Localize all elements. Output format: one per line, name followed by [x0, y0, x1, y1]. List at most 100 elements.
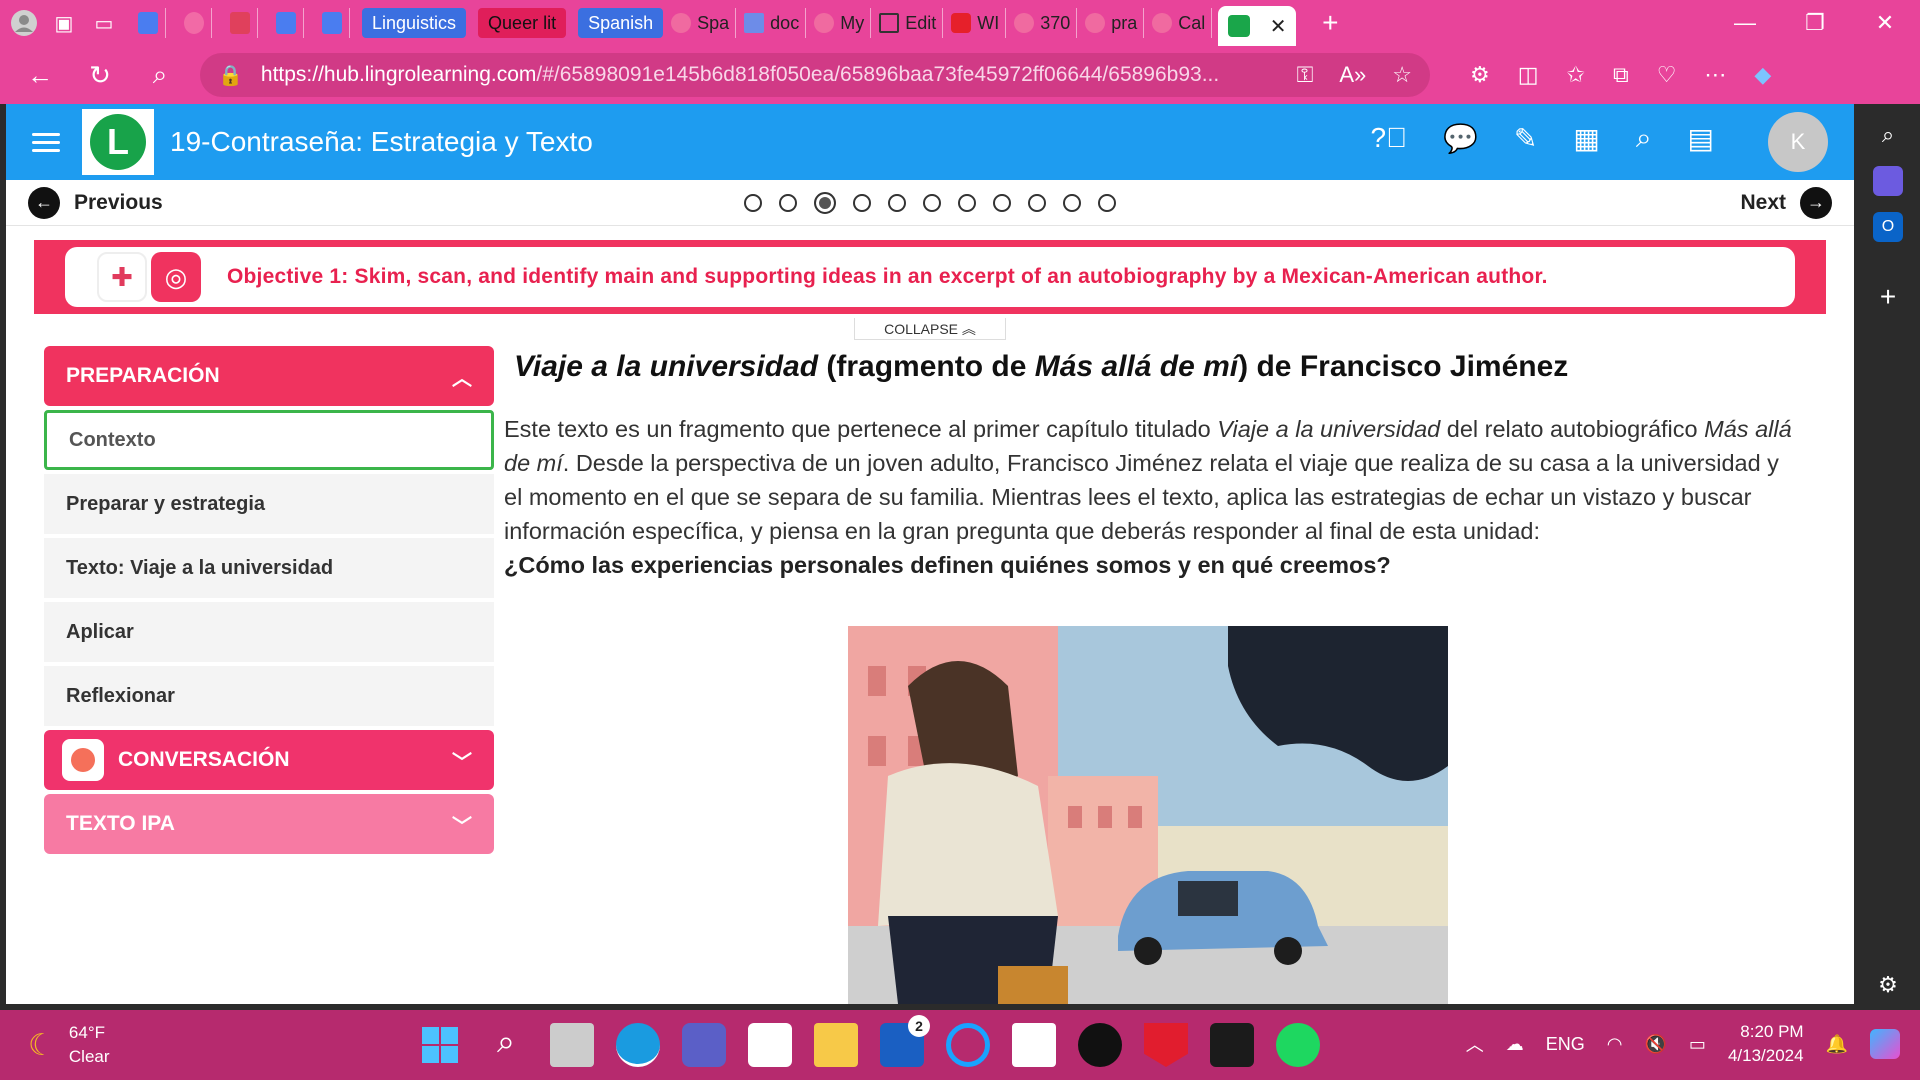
new-tab-icon[interactable]: + [1314, 7, 1346, 39]
tab-group-queer-lit[interactable]: Queer lit [478, 8, 567, 38]
spotify-icon[interactable] [1276, 1023, 1320, 1067]
sidebar-item-aplicar[interactable]: Aplicar [44, 602, 494, 662]
cortana-icon[interactable] [946, 1023, 990, 1067]
chevron-up-icon[interactable]: ︿ [1466, 1031, 1484, 1057]
help-icon[interactable]: ?⃝ [1370, 122, 1407, 155]
chat-icon[interactable]: 💬 [1443, 122, 1478, 155]
next-button[interactable]: Next → [1740, 186, 1832, 219]
add-sidebar-app-icon[interactable]: + [1873, 281, 1903, 312]
notifications-icon[interactable]: 🔔 [1826, 1034, 1848, 1055]
sidebar-item-texto[interactable]: Texto: Viaje a la universidad [44, 538, 494, 598]
tab-pink-1[interactable] [176, 8, 212, 38]
file-explorer-icon[interactable] [814, 1023, 858, 1067]
address-bar[interactable]: 🔒 https://hub.lingrolearning.com/#/65898… [200, 53, 1430, 97]
sidebar-copilot-icon[interactable] [1873, 166, 1903, 196]
tab-spa[interactable]: Spa [671, 8, 737, 38]
tab-docs-3[interactable] [314, 8, 350, 38]
section-preparacion[interactable]: PREPARACIÓN ︿ [44, 346, 494, 406]
section-conversacion[interactable]: CONVERSACIÓN ﹀ [44, 730, 494, 790]
read-aloud-icon[interactable]: A» [1339, 62, 1366, 88]
mcafee-icon[interactable] [1144, 1023, 1188, 1067]
profile-icon[interactable] [8, 7, 40, 39]
copilot-taskbar-icon[interactable] [1870, 1029, 1900, 1059]
collections-icon[interactable]: ⧉ [1613, 62, 1629, 88]
page-dot[interactable] [779, 194, 797, 212]
tab-wi[interactable]: WI [951, 8, 1007, 38]
split-screen-icon[interactable]: ◫ [1518, 62, 1539, 88]
section-texto-ipa[interactable]: TEXTO IPA ﹀ [44, 794, 494, 854]
volume-muted-icon[interactable]: 🔇 [1645, 1034, 1667, 1055]
tab-my[interactable]: My [814, 8, 872, 38]
back-icon[interactable]: ← [20, 55, 60, 95]
tab-370[interactable]: 370 [1014, 8, 1078, 38]
hulu-icon[interactable] [1210, 1023, 1254, 1067]
sidebar-item-preparar[interactable]: Preparar y estrategia [44, 474, 494, 534]
sidebar-settings-icon[interactable]: ⚙ [1873, 970, 1903, 1000]
tab-cal[interactable]: Cal [1152, 8, 1213, 38]
key-icon[interactable]: ⚿ [1297, 62, 1314, 88]
sidebar-item-reflexionar[interactable]: Reflexionar [44, 666, 494, 726]
taskbar-search-icon[interactable]: ⌕ [484, 1023, 528, 1067]
search-icon[interactable]: ⌕ [1636, 122, 1652, 155]
tab-pdf[interactable] [222, 8, 258, 38]
teams-icon[interactable] [682, 1023, 726, 1067]
battery-icon[interactable]: ▭ [1689, 1034, 1706, 1055]
tab-docs-2[interactable] [268, 8, 304, 38]
notebook-icon[interactable]: ▤ [1688, 122, 1714, 155]
close-window-icon[interactable]: ✕ [1850, 10, 1920, 36]
windows-start-icon[interactable] [418, 1023, 462, 1067]
favorites-icon[interactable]: ✩ [1567, 62, 1585, 88]
page-dot[interactable] [888, 194, 906, 212]
tiktok-icon[interactable] [1078, 1023, 1122, 1067]
workspaces-icon[interactable]: ▣ [48, 7, 80, 39]
minimize-icon[interactable]: — [1710, 10, 1780, 36]
page-dot[interactable] [923, 194, 941, 212]
notepad-icon[interactable] [1012, 1023, 1056, 1067]
language-indicator[interactable]: ENG [1546, 1034, 1585, 1055]
copilot-icon[interactable]: ◆ [1754, 62, 1771, 88]
weather-widget[interactable]: ☾ 64°F Clear [28, 1021, 110, 1069]
search-icon[interactable]: ⌕ [140, 55, 180, 95]
close-tab-icon[interactable]: ✕ [1270, 14, 1287, 39]
page-dot[interactable] [1098, 194, 1116, 212]
extensions-icon[interactable]: ⚙ [1470, 62, 1490, 88]
page-dot[interactable] [744, 194, 762, 212]
sidebar-search-icon[interactable]: ⌕ [1873, 120, 1903, 150]
page-dot[interactable] [993, 194, 1011, 212]
store-icon[interactable] [748, 1023, 792, 1067]
tab-label: Cal [1178, 12, 1206, 33]
outlook-icon[interactable]: O [1873, 212, 1903, 242]
lingro-logo[interactable]: L [82, 109, 154, 175]
tab-docs-1[interactable] [130, 8, 166, 38]
tab-active-lingro[interactable]: ✕ [1218, 6, 1297, 46]
page-dot[interactable] [1063, 194, 1081, 212]
collapse-button[interactable]: COLLAPSE ︽ [854, 318, 1006, 340]
tab-pra[interactable]: pra [1085, 8, 1145, 38]
page-dot[interactable] [853, 194, 871, 212]
task-view-icon[interactable] [550, 1023, 594, 1067]
tab-edit[interactable]: Edit [879, 8, 944, 38]
more-menu-icon[interactable]: ⋯ [1704, 62, 1726, 88]
page-dot[interactable] [814, 192, 836, 214]
sidebar-item-contexto[interactable]: Contexto [44, 410, 494, 470]
onedrive-icon[interactable]: ☁ [1506, 1034, 1524, 1055]
edge-icon[interactable] [616, 1023, 660, 1067]
hamburger-menu-icon[interactable] [32, 128, 60, 157]
browser-essentials-icon[interactable]: ♡ [1657, 62, 1677, 88]
page-dot[interactable] [1028, 194, 1046, 212]
avatar[interactable]: K [1768, 112, 1828, 172]
refresh-icon[interactable]: ↻ [80, 55, 120, 95]
wifi-icon[interactable]: ◠ [1607, 1034, 1623, 1055]
tab-doc[interactable]: doc [744, 8, 807, 38]
tab-actions-icon[interactable]: ▭ [88, 7, 120, 39]
tab-group-spanish[interactable]: Spanish [578, 8, 664, 38]
previous-button[interactable]: ← Previous [28, 186, 163, 219]
tab-group-linguistics[interactable]: Linguistics [362, 8, 467, 38]
page-dot[interactable] [958, 194, 976, 212]
notes-edit-icon[interactable]: ✎ [1514, 122, 1537, 155]
calendar-icon[interactable]: ▦ [1573, 122, 1599, 155]
lingro-taskbar-icon[interactable]: 2 [880, 1015, 930, 1067]
clock[interactable]: 8:20 PM 4/13/2024 [1728, 1020, 1804, 1068]
restore-icon[interactable]: ❐ [1780, 10, 1850, 36]
favorite-star-icon[interactable]: ☆ [1392, 62, 1412, 88]
